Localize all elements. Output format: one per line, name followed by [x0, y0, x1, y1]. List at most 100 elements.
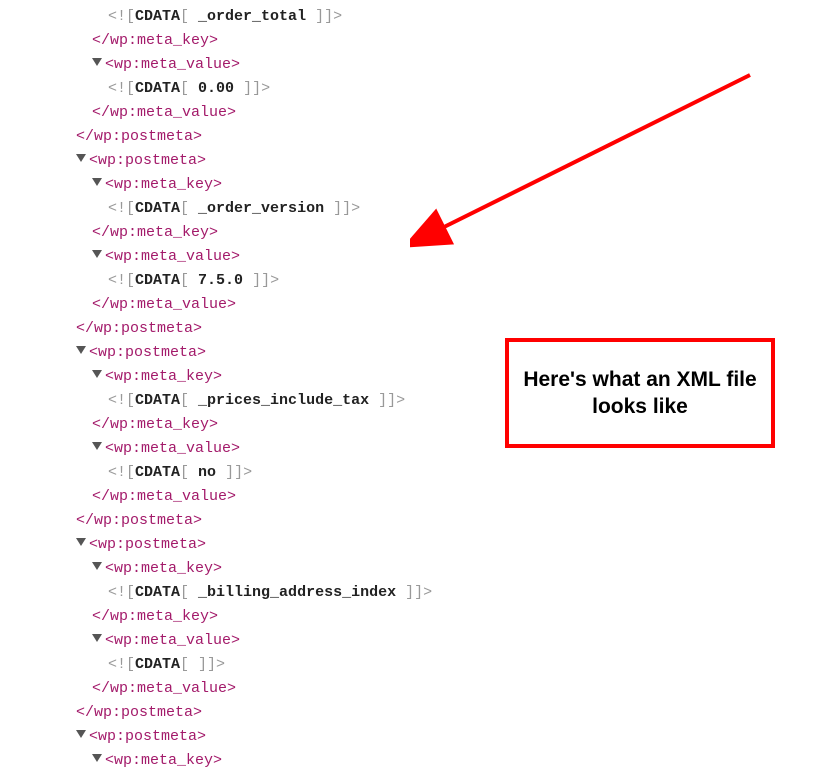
xml-close-tag: </wp:meta_value> — [92, 104, 236, 121]
xml-line: <![CDATA[ no ]]> — [60, 461, 820, 485]
xml-line: </wp:meta_key> — [60, 605, 820, 629]
cdata-keyword: CDATA — [135, 656, 180, 673]
xml-open-tag: <wp:meta_key> — [105, 176, 222, 193]
cdata-bracket: [ — [180, 464, 198, 481]
cdata-bracket: ]]> — [216, 464, 252, 481]
xml-open-tag: <wp:postmeta> — [89, 152, 206, 169]
xml-open-tag: <wp:postmeta> — [89, 536, 206, 553]
cdata-bracket: <![ — [108, 80, 135, 97]
cdata-bracket: ]]> — [324, 200, 360, 217]
xml-close-tag: </wp:postmeta> — [76, 320, 202, 337]
xml-close-tag: </wp:meta_key> — [92, 224, 218, 241]
cdata-bracket: [ — [180, 392, 198, 409]
xml-close-tag: </wp:meta_key> — [92, 32, 218, 49]
cdata-value: _billing_address_index — [198, 584, 396, 601]
xml-open-tag: <wp:postmeta> — [89, 344, 206, 361]
cdata-bracket: ]]> — [243, 272, 279, 289]
cdata-keyword: CDATA — [135, 200, 180, 217]
cdata-keyword: CDATA — [135, 80, 180, 97]
xml-open-tag: <wp:meta_key> — [105, 752, 222, 769]
xml-close-tag: </wp:postmeta> — [76, 128, 202, 145]
xml-line: <wp:meta_key> — [60, 557, 820, 581]
xml-line: <![CDATA[ 0.00 ]]> — [60, 77, 820, 101]
cdata-bracket: <![ — [108, 392, 135, 409]
cdata-bracket: <![ — [108, 200, 135, 217]
cdata-value: 7.5.0 — [198, 272, 243, 289]
cdata-bracket: [ — [180, 656, 198, 673]
cdata-bracket: [ — [180, 200, 198, 217]
cdata-bracket: <![ — [108, 8, 135, 25]
xml-line: </wp:meta_key> — [60, 221, 820, 245]
cdata-value: no — [198, 464, 216, 481]
xml-close-tag: </wp:meta_value> — [92, 488, 236, 505]
xml-line: </wp:postmeta> — [60, 125, 820, 149]
xml-open-tag: <wp:meta_value> — [105, 632, 240, 649]
cdata-keyword: CDATA — [135, 8, 180, 25]
xml-line: <![CDATA[ _order_version ]]> — [60, 197, 820, 221]
expand-triangle-icon[interactable] — [92, 178, 102, 186]
xml-close-tag: </wp:meta_value> — [92, 680, 236, 697]
cdata-bracket: <![ — [108, 656, 135, 673]
expand-triangle-icon[interactable] — [92, 58, 102, 66]
xml-close-tag: </wp:postmeta> — [76, 512, 202, 529]
expand-triangle-icon[interactable] — [76, 538, 86, 546]
xml-line: </wp:meta_value> — [60, 677, 820, 701]
xml-open-tag: <wp:meta_key> — [105, 560, 222, 577]
cdata-bracket: <![ — [108, 584, 135, 601]
xml-open-tag: <wp:meta_value> — [105, 56, 240, 73]
xml-line: </wp:postmeta> — [60, 509, 820, 533]
xml-line: <wp:meta_value> — [60, 53, 820, 77]
xml-line: <wp:postmeta> — [60, 725, 820, 749]
xml-line: <wp:meta_key> — [60, 749, 820, 773]
xml-line: </wp:meta_value> — [60, 293, 820, 317]
xml-line: <![CDATA[ _billing_address_index ]]> — [60, 581, 820, 605]
xml-line: </wp:meta_value> — [60, 101, 820, 125]
expand-triangle-icon[interactable] — [76, 154, 86, 162]
cdata-bracket: <![ — [108, 272, 135, 289]
cdata-keyword: CDATA — [135, 392, 180, 409]
expand-triangle-icon[interactable] — [92, 562, 102, 570]
cdata-bracket: ]]> — [396, 584, 432, 601]
xml-line: <wp:postmeta> — [60, 149, 820, 173]
xml-close-tag: </wp:meta_value> — [92, 296, 236, 313]
cdata-bracket: [ — [180, 8, 198, 25]
cdata-bracket: ]]> — [198, 656, 225, 673]
expand-triangle-icon[interactable] — [92, 250, 102, 258]
expand-triangle-icon[interactable] — [92, 634, 102, 642]
xml-line: <wp:meta_key> — [60, 173, 820, 197]
expand-triangle-icon[interactable] — [76, 730, 86, 738]
cdata-keyword: CDATA — [135, 464, 180, 481]
cdata-value: _order_total — [198, 8, 306, 25]
cdata-value: _prices_include_tax — [198, 392, 369, 409]
expand-triangle-icon[interactable] — [92, 442, 102, 450]
xml-line: <wp:meta_value> — [60, 245, 820, 269]
xml-close-tag: </wp:meta_key> — [92, 608, 218, 625]
cdata-bracket: [ — [180, 584, 198, 601]
xml-line: <wp:meta_value> — [60, 629, 820, 653]
expand-triangle-icon[interactable] — [92, 370, 102, 378]
cdata-bracket: <![ — [108, 464, 135, 481]
xml-line: </wp:meta_key> — [60, 29, 820, 53]
annotation-callout-box: Here's what an XML file looks like — [505, 338, 775, 448]
cdata-bracket: [ — [180, 272, 198, 289]
xml-line: <wp:postmeta> — [60, 533, 820, 557]
cdata-keyword: CDATA — [135, 584, 180, 601]
xml-open-tag: <wp:meta_value> — [105, 248, 240, 265]
cdata-bracket: [ — [180, 80, 198, 97]
xml-open-tag: <wp:meta_key> — [105, 368, 222, 385]
xml-line: </wp:meta_value> — [60, 485, 820, 509]
xml-close-tag: </wp:meta_key> — [92, 416, 218, 433]
xml-line: <![CDATA[ 7.5.0 ]]> — [60, 269, 820, 293]
cdata-value: _order_version — [198, 200, 324, 217]
cdata-bracket: ]]> — [306, 8, 342, 25]
expand-triangle-icon[interactable] — [92, 754, 102, 762]
xml-line: <![CDATA[ ]]> — [60, 653, 820, 677]
cdata-value: 0.00 — [198, 80, 234, 97]
cdata-keyword: CDATA — [135, 272, 180, 289]
annotation-callout-text: Here's what an XML file looks like — [519, 366, 761, 421]
xml-open-tag: <wp:postmeta> — [89, 728, 206, 745]
xml-line: <![CDATA[ _order_total ]]> — [60, 5, 820, 29]
cdata-bracket: ]]> — [234, 80, 270, 97]
expand-triangle-icon[interactable] — [76, 346, 86, 354]
xml-line: </wp:postmeta> — [60, 701, 820, 725]
